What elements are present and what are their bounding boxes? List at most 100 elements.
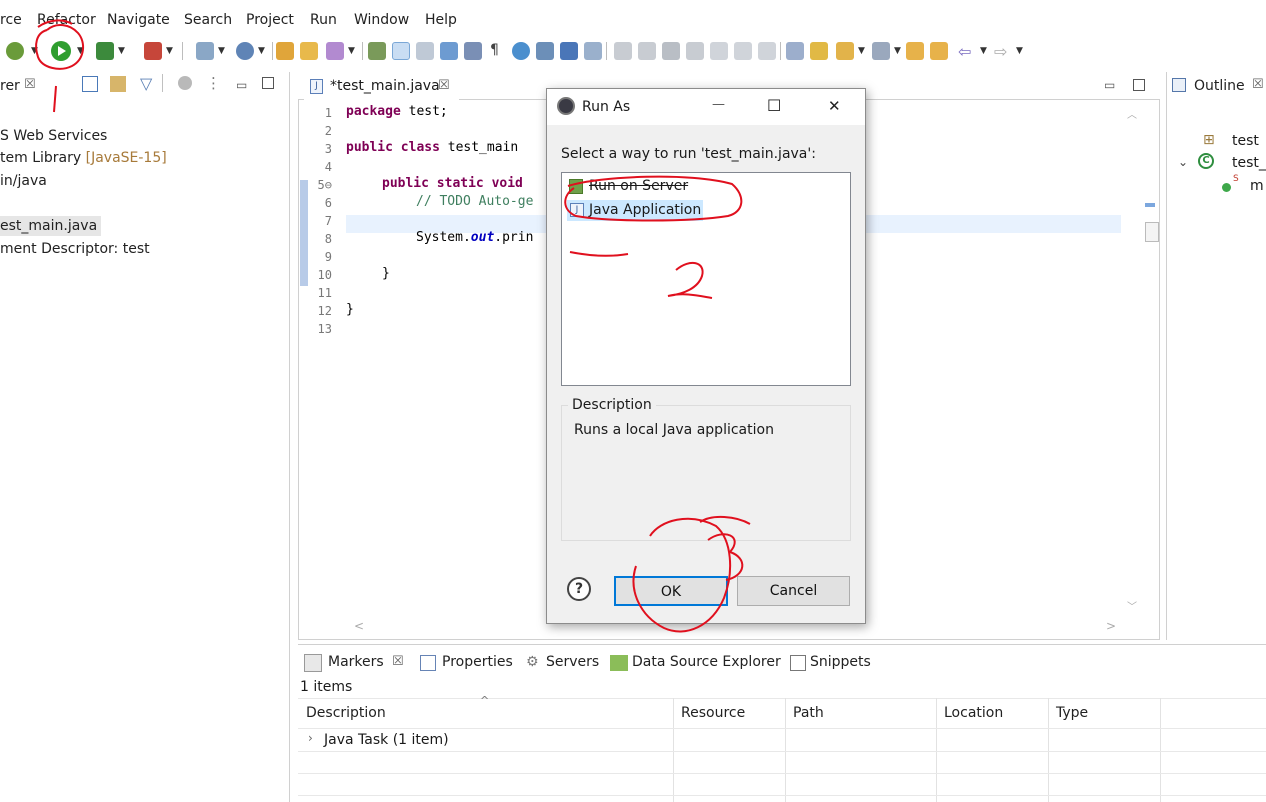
dialog-minimize-icon[interactable]: —: [712, 97, 725, 112]
next-edit-icon[interactable]: [836, 42, 854, 60]
list-item-java-application[interactable]: J Java Application: [567, 200, 703, 221]
web-service-dropdown-icon[interactable]: ▼: [258, 46, 265, 56]
scroll-right-icon[interactable]: >: [1106, 619, 1116, 633]
menu-search[interactable]: Search: [184, 12, 232, 28]
pilcrow-icon[interactable]: ¶: [490, 42, 508, 60]
debug-icon[interactable]: [6, 42, 24, 60]
chevron-down-icon[interactable]: ⌄: [1178, 155, 1188, 169]
external-tools-icon[interactable]: [144, 42, 162, 60]
resume-icon[interactable]: [614, 42, 632, 60]
suspend-icon[interactable]: [638, 42, 656, 60]
pin-icon[interactable]: [584, 42, 602, 60]
tab-properties[interactable]: Properties: [442, 654, 513, 670]
dialog-maximize-icon[interactable]: ☐: [767, 96, 781, 115]
outline-item-package[interactable]: test: [1232, 133, 1259, 149]
coverage-dropdown-icon[interactable]: ▼: [118, 46, 125, 56]
tree-item-web-services[interactable]: S Web Services: [0, 126, 107, 146]
edit-icon[interactable]: [326, 42, 344, 60]
open-folder-icon[interactable]: [300, 42, 318, 60]
next-annotation-icon[interactable]: [440, 42, 458, 60]
column-description[interactable]: Description: [306, 705, 386, 721]
coverage-icon[interactable]: [96, 42, 114, 60]
toggle-breadcrumb-icon[interactable]: [786, 42, 804, 60]
run-dropdown-icon[interactable]: ▼: [77, 46, 84, 56]
link-editor-icon[interactable]: [110, 76, 126, 92]
step-over-icon[interactable]: [734, 42, 752, 60]
annotation-icon[interactable]: [416, 42, 434, 60]
tab-data-source-explorer[interactable]: Data Source Explorer: [632, 654, 781, 670]
package-explorer-title[interactable]: rer: [0, 78, 20, 94]
console-icon[interactable]: [560, 42, 578, 60]
column-location[interactable]: Location: [944, 705, 1003, 721]
arrow-right-icon[interactable]: ⇨: [994, 42, 1012, 61]
menu-refactor[interactable]: Refactor: [37, 12, 96, 28]
person-icon[interactable]: [536, 42, 554, 60]
editor-minimize-icon[interactable]: ▭: [1104, 78, 1115, 92]
forward-icon[interactable]: [930, 42, 948, 60]
scroll-up-icon[interactable]: ︿: [1127, 106, 1137, 121]
debug-dropdown-icon[interactable]: ▼: [31, 46, 38, 56]
tree-item-system-library[interactable]: tem Library [JavaSE-15]: [0, 148, 167, 168]
outline-item-method[interactable]: m: [1250, 178, 1264, 194]
terminate-icon[interactable]: [662, 42, 680, 60]
edit-dropdown-icon[interactable]: ▼: [348, 46, 355, 56]
back-icon[interactable]: [906, 42, 924, 60]
arrow-left-dropdown-icon[interactable]: ▼: [980, 46, 987, 56]
help-icon[interactable]: ?: [567, 577, 591, 601]
minimize-icon[interactable]: ▭: [236, 78, 247, 92]
arrow-right-dropdown-icon[interactable]: ▼: [1016, 46, 1023, 56]
chevron-right-icon[interactable]: ›: [308, 731, 313, 745]
prev-annotation-icon[interactable]: [464, 42, 482, 60]
tab-markers[interactable]: Markers: [328, 654, 384, 670]
external-tools-dropdown-icon[interactable]: ▼: [166, 46, 173, 56]
tree-item-deployment-descriptor[interactable]: ment Descriptor: test: [0, 239, 150, 259]
new-server-dropdown-icon[interactable]: ▼: [218, 46, 225, 56]
step-into-icon[interactable]: [710, 42, 728, 60]
cancel-button[interactable]: Cancel: [737, 576, 850, 606]
tree-item-test-main[interactable]: est_main.java: [0, 216, 102, 236]
tab-close-icon[interactable]: ☒: [438, 78, 450, 93]
run-icon[interactable]: [51, 41, 71, 61]
menu-run[interactable]: Run: [310, 12, 337, 28]
column-resource[interactable]: Resource: [681, 705, 745, 721]
scroll-thumb[interactable]: [1145, 222, 1159, 242]
column-path[interactable]: Path: [793, 705, 824, 721]
editor-tab[interactable]: J *test_main.java ☒: [304, 74, 459, 100]
maximize-icon[interactable]: [262, 77, 274, 89]
outline-item-class[interactable]: test_r: [1232, 155, 1266, 171]
dialog-close-icon[interactable]: ✕: [828, 97, 841, 115]
menu-navigate[interactable]: Navigate: [107, 12, 170, 28]
prev-edit-icon[interactable]: [872, 42, 890, 60]
tab-servers[interactable]: Servers: [546, 654, 599, 670]
scroll-left-icon[interactable]: <: [354, 619, 364, 633]
prev-edit-dropdown-icon[interactable]: ▼: [894, 46, 901, 56]
column-type[interactable]: Type: [1056, 705, 1088, 721]
tab-snippets[interactable]: Snippets: [810, 654, 871, 670]
ok-button[interactable]: OK: [614, 576, 728, 606]
scroll-down-icon[interactable]: ﹀: [1127, 598, 1137, 613]
outline-close-icon[interactable]: ☒: [1252, 77, 1264, 92]
collapse-all-icon[interactable]: [82, 76, 98, 92]
menu-window[interactable]: Window: [354, 12, 409, 28]
focus-icon[interactable]: [178, 76, 192, 90]
mark-occurrences-icon[interactable]: [810, 42, 828, 60]
editor-vertical-scrollbar[interactable]: ︿ ﹀: [1125, 104, 1159, 620]
menu-help[interactable]: Help: [425, 12, 457, 28]
outline-title[interactable]: Outline: [1194, 78, 1245, 94]
globe-icon[interactable]: [512, 42, 530, 60]
disconnect-icon[interactable]: [686, 42, 704, 60]
highlight-icon[interactable]: [392, 42, 410, 60]
next-edit-dropdown-icon[interactable]: ▼: [858, 46, 865, 56]
arrow-left-icon[interactable]: ⇦: [958, 42, 976, 61]
view-menu-icon[interactable]: ⋮: [206, 74, 221, 92]
search-icon[interactable]: [368, 42, 386, 60]
menu-project[interactable]: Project: [246, 12, 294, 28]
tree-item-src-main-java[interactable]: in/java: [0, 171, 47, 191]
editor-maximize-icon[interactable]: [1133, 79, 1145, 91]
open-type-icon[interactable]: [276, 42, 294, 60]
step-return-icon[interactable]: [758, 42, 776, 60]
list-item-run-on-server[interactable]: Run on Server: [567, 177, 767, 197]
new-server-icon[interactable]: [196, 42, 214, 60]
panel-close-icon[interactable]: ☒: [24, 77, 36, 92]
markers-close-icon[interactable]: ☒: [392, 654, 404, 669]
